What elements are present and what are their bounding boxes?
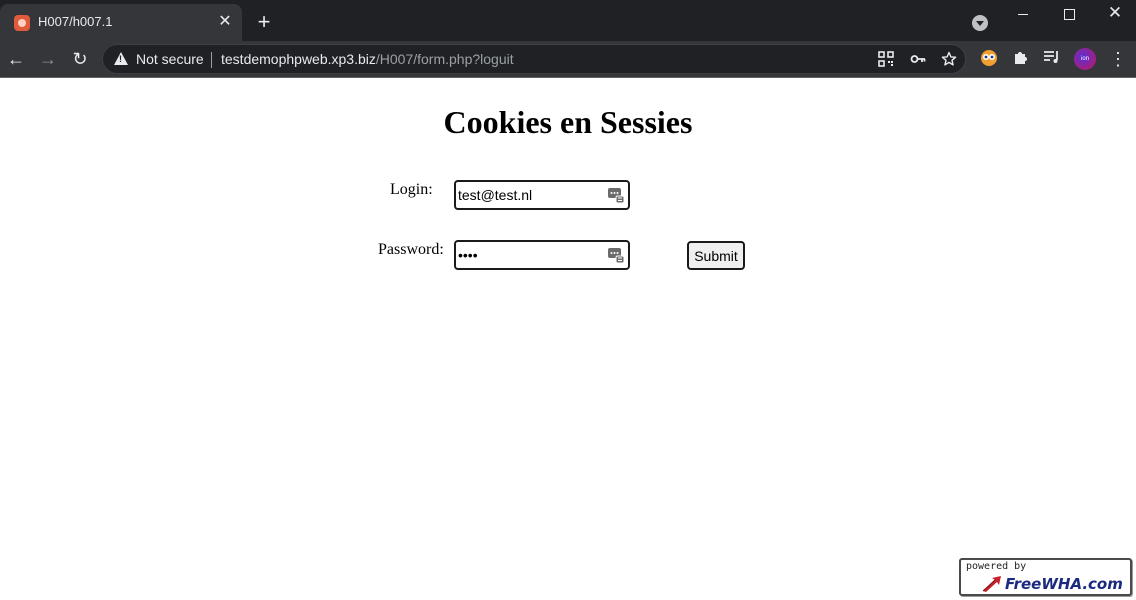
page-title: Cookies en Sessies: [443, 104, 693, 140]
new-tab-button[interactable]: +: [252, 10, 276, 34]
password-field[interactable]: [454, 240, 630, 270]
profile-avatar[interactable]: ion: [1074, 48, 1096, 70]
tab-close-icon[interactable]: ✕: [214, 11, 236, 33]
window-maximize-button[interactable]: [1046, 0, 1092, 30]
maximize-icon: [1063, 8, 1075, 20]
extension-owl-icon[interactable]: [979, 49, 999, 69]
brand-text: FreeWHA.com: [1005, 575, 1123, 593]
tab-favicon-icon: [14, 15, 30, 31]
warning-icon[interactable]: [114, 52, 128, 65]
powered-by-badge[interactable]: powered by FreeWHA.com: [959, 558, 1132, 596]
puzzle-icon[interactable]: [1011, 49, 1031, 69]
window-close-button[interactable]: ✕: [1092, 0, 1136, 30]
omnibox-divider: [211, 52, 212, 68]
security-label[interactable]: Not secure: [136, 51, 204, 67]
key-icon[interactable]: [909, 51, 927, 69]
browser-tab[interactable]: H007/h007.1 ✕: [0, 4, 242, 41]
url-text[interactable]: testdemophpweb.xp3.biz/H007/form.php?log…: [221, 51, 514, 67]
window-minimize-button[interactable]: [1000, 0, 1046, 30]
password-label: Password:: [378, 241, 444, 258]
tab-title: H007/h007.1: [38, 14, 113, 29]
autofill-key-icon[interactable]: [607, 186, 625, 204]
back-button[interactable]: ←: [2, 45, 30, 73]
password-input[interactable]: [458, 245, 606, 265]
address-bar[interactable]: Not secure testdemophpweb.xp3.biz/H007/f…: [102, 44, 966, 74]
reading-list-icon[interactable]: [1042, 49, 1062, 69]
login-label: Login:: [390, 181, 433, 198]
browser-toolbar: ← → ↻ Not secure testdemophpweb.xp3.biz/…: [0, 41, 1136, 78]
url-host: testdemophpweb.xp3.biz: [221, 51, 376, 67]
browser-tab-strip: H007/h007.1 ✕ + ✕: [0, 0, 1136, 41]
login-field[interactable]: [454, 180, 630, 210]
login-input[interactable]: [458, 185, 606, 205]
url-path: /H007/form.php?loguit: [375, 51, 514, 67]
qr-code-icon[interactable]: [877, 51, 895, 69]
reload-button[interactable]: ↻: [66, 45, 94, 73]
autofill-key-icon[interactable]: [607, 246, 625, 264]
tab-search-icon[interactable]: [972, 15, 988, 31]
arrow-logo-icon: [981, 575, 1003, 593]
star-icon[interactable]: [940, 51, 958, 69]
forward-button[interactable]: →: [34, 45, 62, 73]
minimize-icon: [1018, 13, 1028, 15]
more-menu-icon[interactable]: ⋮: [1108, 49, 1128, 69]
submit-button[interactable]: Submit: [687, 241, 745, 270]
powered-by-text: powered by: [966, 561, 1027, 572]
